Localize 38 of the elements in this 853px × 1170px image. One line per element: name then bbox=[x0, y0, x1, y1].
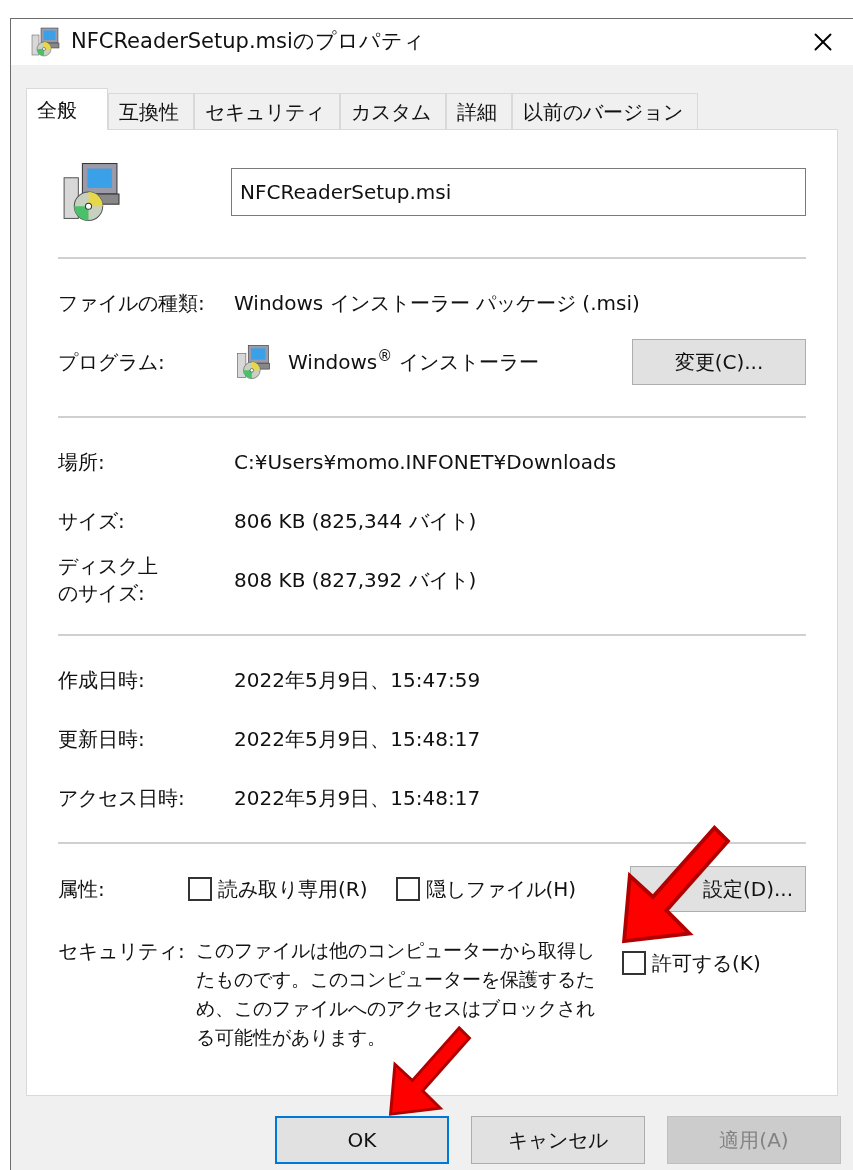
checkbox[interactable]: 許可する(K) bbox=[622, 948, 761, 978]
field-label: セキュリティ: bbox=[58, 938, 186, 965]
checkbox[interactable]: 隠しファイル(H) bbox=[395, 874, 577, 904]
window-title: NFCReaderSetup.msiのプロパティ bbox=[71, 28, 425, 56]
field-value: C:¥Users¥momo.INFONET¥Downloads bbox=[234, 448, 617, 476]
field-value: Windows$^{®}$ インストーラー bbox=[288, 346, 539, 376]
tab[interactable]: 以前のバージョン bbox=[512, 93, 698, 129]
tab[interactable]: セキュリティ bbox=[194, 93, 340, 129]
checkbox[interactable]: 読み取り専用(R) bbox=[188, 874, 368, 904]
file-name-field[interactable]: NFCReaderSetup.msi bbox=[231, 168, 806, 216]
tab[interactable]: 詳細 bbox=[446, 93, 512, 129]
field-label: ディスク上のサイズ: bbox=[58, 552, 159, 607]
field-value: Windows インストーラー パッケージ (.msi) bbox=[234, 289, 640, 317]
checkbox-square[interactable] bbox=[622, 951, 646, 975]
change-button[interactable]: 変更(C)... bbox=[632, 338, 806, 385]
field-value: 2022年5月9日、15:48:17 bbox=[234, 784, 481, 812]
dialog-button[interactable]: キャンセル bbox=[471, 1116, 645, 1164]
field-value: 2022年5月9日、15:48:17 bbox=[234, 725, 481, 753]
checkbox-square[interactable] bbox=[188, 877, 212, 901]
installer-icon bbox=[234, 342, 272, 381]
tab[interactable]: 全般 bbox=[26, 88, 108, 130]
field-value: 808 KB (827,392 バイト) bbox=[234, 566, 477, 594]
field-label: サイズ: bbox=[58, 507, 126, 535]
tab[interactable]: 互換性 bbox=[108, 93, 194, 129]
field-label: 作成日時: bbox=[58, 666, 146, 694]
installer-icon bbox=[29, 26, 61, 58]
checkbox-square[interactable] bbox=[395, 877, 420, 901]
tab[interactable]: カスタム bbox=[340, 93, 446, 129]
field-label: アクセス日時: bbox=[58, 784, 186, 812]
field-label: 場所: bbox=[58, 448, 106, 476]
field-label: 属性: bbox=[58, 876, 106, 903]
dialog-button[interactable]: OK bbox=[275, 1116, 449, 1164]
field-label: 更新日時: bbox=[58, 725, 146, 753]
field-label: プログラム: bbox=[58, 348, 166, 376]
security-message: このファイルは他のコンピューターから取得したものです。このコンピューターを保護するため、このファイルへのアクセスはブロックされる可能性があります。 bbox=[196, 938, 596, 1050]
field-value: 2022年5月9日、15:47:59 bbox=[234, 666, 481, 694]
field-label: ファイルの種類: bbox=[58, 289, 206, 317]
field-value: 806 KB (825,344 バイト) bbox=[234, 507, 477, 535]
